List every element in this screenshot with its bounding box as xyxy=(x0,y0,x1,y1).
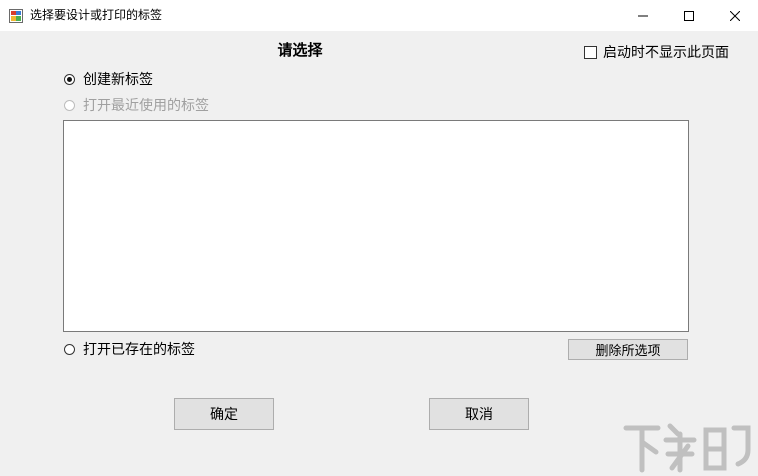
minimize-icon xyxy=(638,15,648,16)
radio-button-selected[interactable] xyxy=(64,73,75,85)
window-title: 选择要设计或打印的标签 xyxy=(30,8,163,22)
startup-checkbox[interactable]: 启动时不显示此页面 xyxy=(584,42,729,62)
cancel-button[interactable]: 取消 xyxy=(429,398,529,430)
page-title: 请选择 xyxy=(277,41,323,59)
checkbox-box[interactable] xyxy=(584,45,597,59)
radio-create-new[interactable]: 创建新标签 xyxy=(64,69,153,89)
close-icon xyxy=(730,10,740,21)
radio-open-existing-label: 打开已存在的标签 xyxy=(83,342,195,358)
radio-open-recent-label: 打开最近使用的标签 xyxy=(83,98,209,114)
radio-button-disabled xyxy=(64,99,75,111)
maximize-icon xyxy=(684,10,694,21)
radio-open-existing[interactable]: 打开已存在的标签 xyxy=(64,339,195,359)
radio-button[interactable] xyxy=(64,343,75,355)
app-icon xyxy=(9,8,23,23)
delete-selected-button[interactable]: 删除所选项 xyxy=(568,339,688,360)
maximize-button[interactable] xyxy=(666,0,712,31)
ok-button[interactable]: 确定 xyxy=(174,398,274,430)
radio-open-recent: 打开最近使用的标签 xyxy=(64,95,209,115)
radio-create-new-label: 创建新标签 xyxy=(83,72,153,88)
startup-checkbox-label: 启动时不显示此页面 xyxy=(603,45,729,61)
close-button[interactable] xyxy=(712,0,758,31)
title-bar[interactable]: 选择要设计或打印的标签 xyxy=(0,0,758,31)
recent-labels-list[interactable] xyxy=(63,120,689,332)
download-watermark-logo xyxy=(623,423,751,473)
minimize-button[interactable] xyxy=(620,0,666,31)
